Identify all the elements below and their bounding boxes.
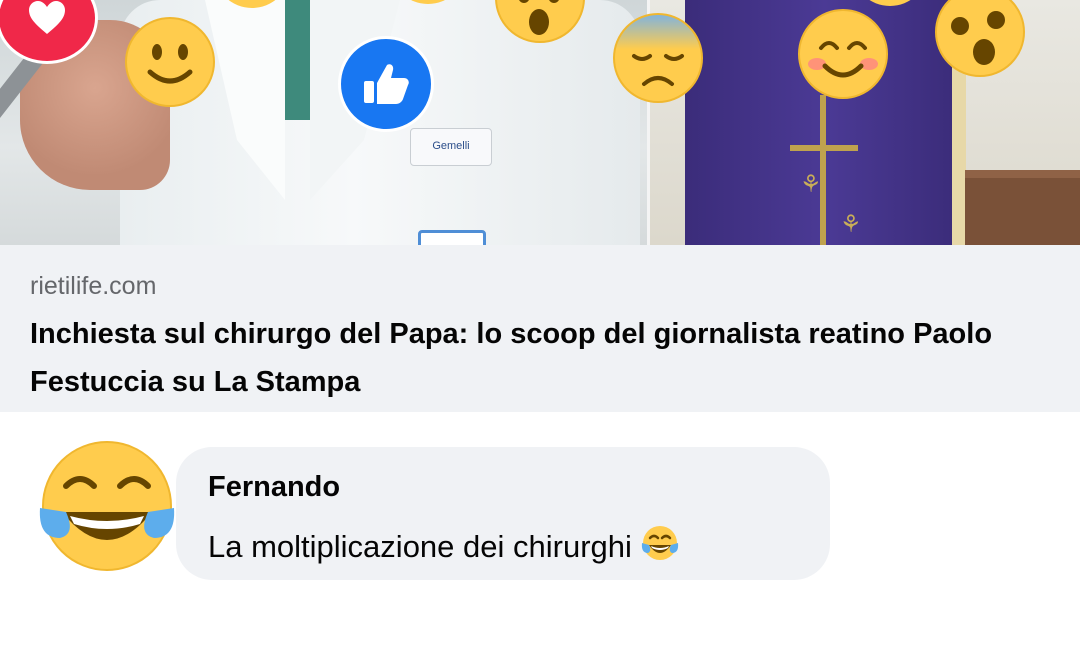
face-with-open-mouth-emoji [495, 0, 585, 43]
embroidered-cross-horizontal [790, 145, 858, 151]
emoji-face-icon [228, 0, 276, 8]
slightly-smiling-face-emoji [125, 17, 215, 107]
face-with-tears-of-joy-emoji [641, 526, 679, 560]
link-domain: rietilife.com [30, 272, 157, 300]
face-with-tears-of-joy-emoji[interactable] [36, 438, 178, 580]
link-title[interactable]: Inchiesta sul chirurgo del Papa: lo scoo… [30, 310, 1060, 406]
comment-author[interactable]: Fernando [208, 471, 340, 504]
emoji-face-icon [869, 0, 911, 6]
pensive-face-emoji [613, 13, 703, 103]
smiling-face-with-smiling-eyes-emoji [798, 9, 888, 99]
comment-text: La moltiplicazione dei chirurghi [208, 523, 680, 565]
like-reaction-icon [338, 36, 434, 132]
emoji-face-icon [411, 0, 445, 4]
comment-bubble[interactable]: Fernando La moltiplicazione dei chirurgh… [176, 447, 830, 580]
coat-badge: Gemelli [410, 128, 492, 166]
wheat-embroidery-icon: ⚘ [840, 211, 862, 238]
pocket-label [418, 230, 486, 245]
astonished-face-emoji [935, 0, 1025, 77]
comment-text-content: La moltiplicazione dei chirurghi [208, 529, 632, 564]
wheat-embroidery-icon: ⚘ [800, 171, 822, 198]
link-preview-image[interactable]: Gemelli ⚘ ⚘ [0, 0, 1080, 245]
altar [965, 170, 1080, 245]
